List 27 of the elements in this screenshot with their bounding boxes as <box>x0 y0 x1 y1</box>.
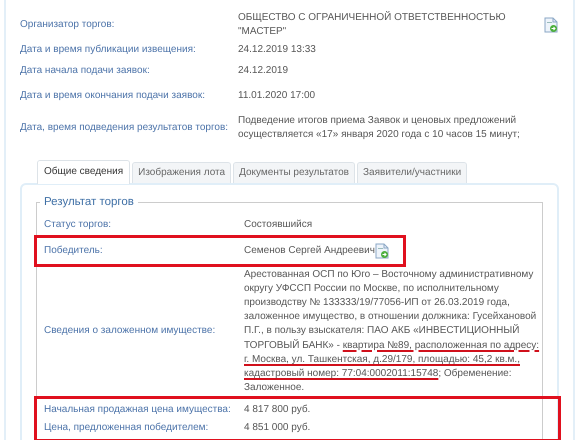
document-icon[interactable] <box>374 242 389 258</box>
tab[interactable]: Документы результатов <box>233 162 355 183</box>
field-label: Организатор торгов: <box>20 18 116 32</box>
field-value: 11.01.2020 17:00 <box>238 89 316 103</box>
tab[interactable]: Общие сведения <box>37 160 130 184</box>
field-value: ОБЩЕСТВО С ОГРАНИЧЕННОЙ ОТВЕТСТВЕННОСТЬЮ "МАСТЕР" <box>238 11 507 39</box>
field-value: 4 817 800 руб. <box>244 403 312 418</box>
document-icon[interactable] <box>544 17 558 33</box>
field-value: Арестованная ОСП по Юго – Восточному административному округу УФССП России по Москве, по исполнительному производству № 133333/19/77056-ИП от 26.03.2019 года, заложенное имущество, в отношении должника: Гусейхановой П.Г., в пользу взыскателя: ПАО АКБ «ИНВЕСТИЦИОННЫЙ ТОРГОВЫЙ БАНК» - квартира №89, расположенная по адресу: г. Москва, ул. Ташкентская, д.29/179, площадью: 45,2 кв.м., кадастровый номер: 77:04:0002011:15748; Обременение: Заложенное. <box>244 268 540 396</box>
field-label: Дата и время публикации извещения: <box>20 43 197 57</box>
field-value: Подведение итогов приема Заявок и ценовых предложений осуществляется «17» января 2020 года с 10 часов 15 минут; <box>238 114 521 142</box>
field-label: Цена, предложенная победителем: <box>44 421 210 436</box>
field-value: 4 851 000 руб. <box>244 421 312 436</box>
field-label: Дата, время подведения результатов торгов: <box>20 121 230 135</box>
field-label: Победитель: <box>44 244 104 258</box>
field-label: Статус торгов: <box>44 218 112 232</box>
field-label: Начальная продажная цена имущества: <box>44 403 232 418</box>
fieldset-title: Результат торгов <box>43 197 135 208</box>
tab[interactable]: Заявители/участники <box>356 162 468 183</box>
field-value: 24.12.2019 13:33 <box>238 43 317 57</box>
field-value: Семенов Сергей Андреевич <box>244 244 375 258</box>
field-label: Дата и время окончания подачи заявок: <box>20 89 206 103</box>
field-label: Дата начала подачи заявок: <box>20 64 151 78</box>
field-value: 24.12.2019 <box>238 64 290 78</box>
tab[interactable]: Изображения лота <box>132 162 232 183</box>
field-label: Сведения о заложенном имуществе: <box>44 324 216 338</box>
field-value: Состоявшийся <box>244 218 314 232</box>
